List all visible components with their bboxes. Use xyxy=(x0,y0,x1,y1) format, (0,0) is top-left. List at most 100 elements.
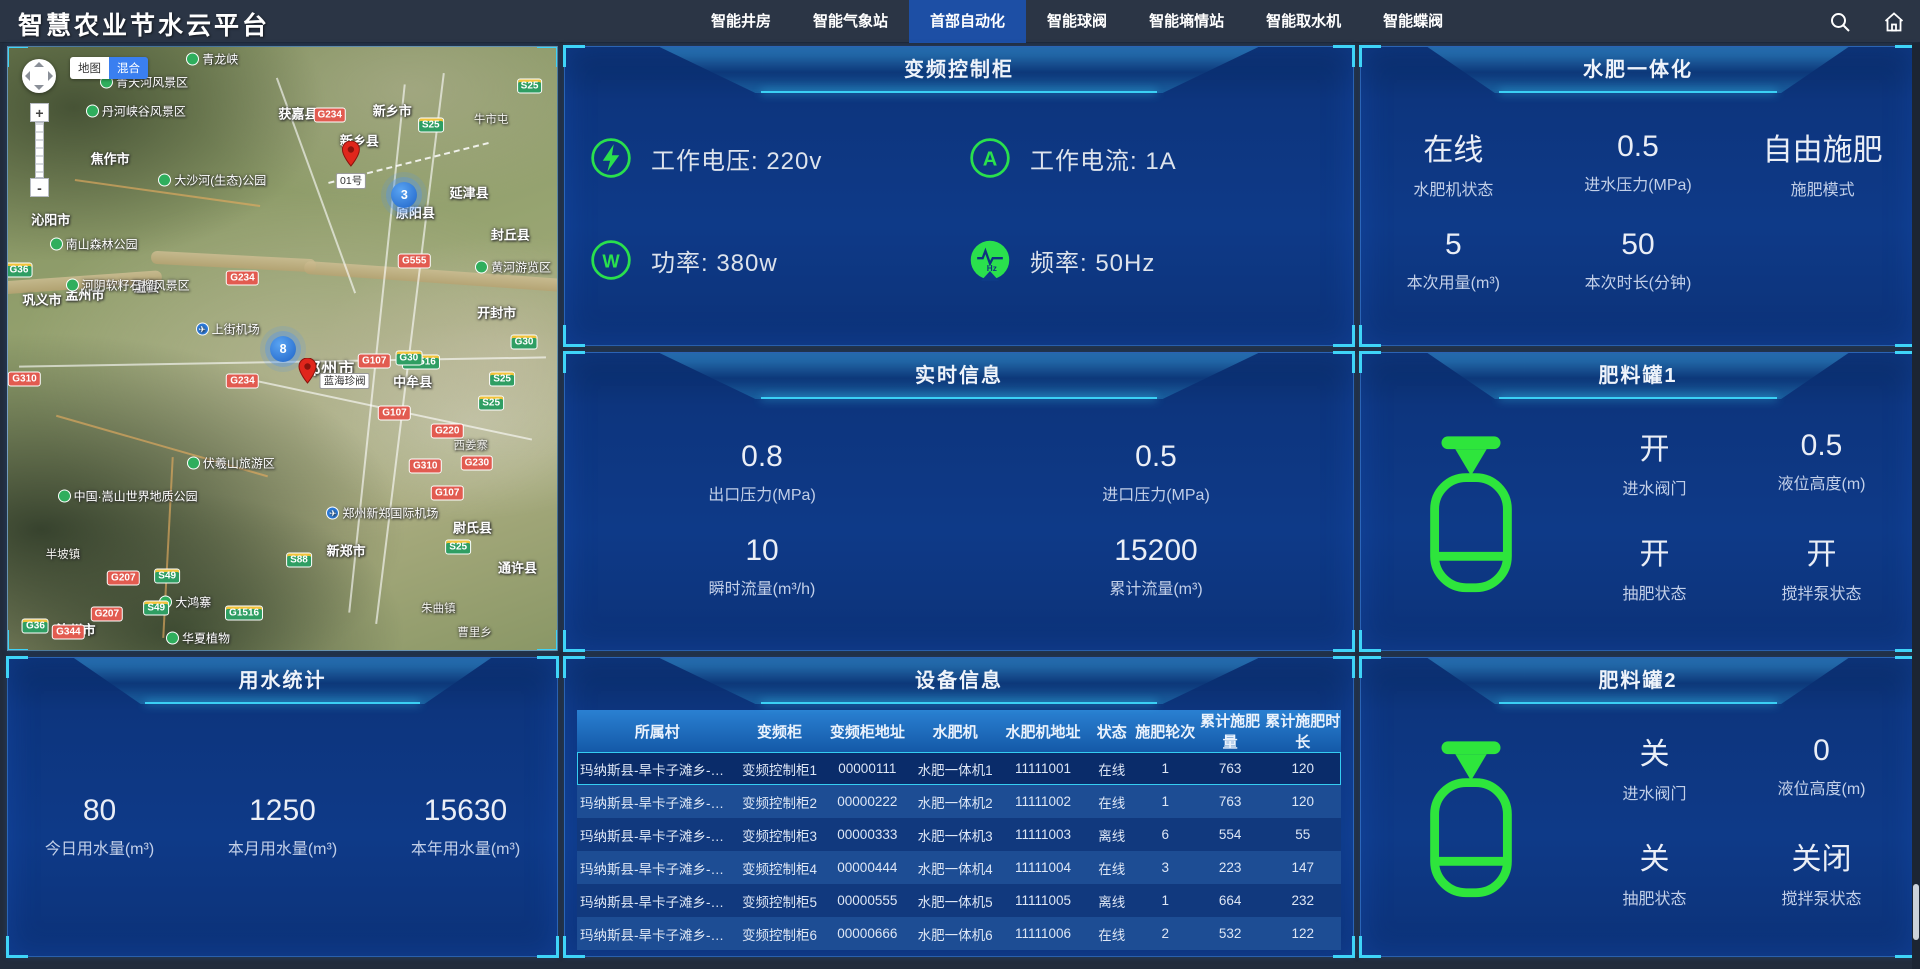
map-pan-control[interactable] xyxy=(22,59,56,93)
map-label-city: 封丘县 xyxy=(491,224,530,243)
road-badge: G207 xyxy=(91,606,123,621)
table-cell: 120 xyxy=(1265,752,1341,785)
map-pin-marker[interactable]: 01号 xyxy=(336,141,366,189)
table-cell: 664 xyxy=(1196,884,1265,917)
table-cell: 232 xyxy=(1265,884,1341,917)
zoom-out-button[interactable]: - xyxy=(30,178,49,197)
zoom-slider[interactable] xyxy=(35,122,44,178)
map-label-poi: 黄河游览区 xyxy=(475,259,551,276)
table-cell: 变频控制柜5 xyxy=(737,884,821,917)
map-label-city: 沁阳市 xyxy=(31,210,70,229)
road-badge: S25 xyxy=(517,79,543,94)
road-badge: G107 xyxy=(378,406,410,421)
stat-item: 0.5进口压力(MPa) xyxy=(959,440,1353,505)
panel-corner-decoration xyxy=(1333,325,1355,347)
stat-label: 进水阀门 xyxy=(1571,475,1738,499)
nav-tab-5[interactable]: 智能墒情站 xyxy=(1128,0,1245,43)
map-type-button-地图[interactable]: 地图 xyxy=(70,57,109,79)
current-icon: A xyxy=(968,136,1012,180)
table-cell: 在线 xyxy=(1089,851,1135,884)
table-column-header: 状态 xyxy=(1089,710,1135,752)
map-type-switch: 地图混合 xyxy=(70,57,148,79)
panel-corner-decoration xyxy=(7,630,28,651)
panel-corner-decoration xyxy=(1333,656,1355,678)
table-row[interactable]: 玛纳斯县-旱卡子滩乡-东岸...变频控制柜600000666水肥一体机61111… xyxy=(577,917,1341,950)
map-label-city: 中牟县 xyxy=(393,372,432,391)
scrollbar-thumb[interactable] xyxy=(1913,884,1919,940)
red-pin-icon xyxy=(342,141,360,172)
map-type-button-混合[interactable]: 混合 xyxy=(109,57,148,79)
panel-corner-decoration xyxy=(1359,630,1381,652)
map-label-airport: ✈上街机场 xyxy=(196,321,260,338)
stat-item: 0.5液位高度(m) xyxy=(1738,429,1905,494)
stat-value: 0.8 xyxy=(565,440,959,474)
stat-item: 关抽肥状态 xyxy=(1571,834,1738,909)
map-label-poi: 华夏植物 xyxy=(166,629,230,646)
scenic-poi-icon xyxy=(475,261,488,274)
stat-label: 累计流量(m³) xyxy=(959,575,1353,599)
search-icon[interactable] xyxy=(1828,10,1852,34)
table-cell: 2 xyxy=(1135,917,1196,950)
home-icon[interactable] xyxy=(1882,10,1906,34)
page-scrollbar[interactable] xyxy=(1912,43,1920,969)
svg-text:A: A xyxy=(983,148,998,170)
table-cell: 00000555 xyxy=(821,884,913,917)
stat-label: 今日用水量(m³) xyxy=(8,835,191,859)
table-cell: 223 xyxy=(1196,851,1265,884)
airport-icon: ✈ xyxy=(326,506,339,519)
nav-tab-2[interactable]: 智能气象站 xyxy=(792,0,909,43)
nav-tab-4[interactable]: 智能球阀 xyxy=(1026,0,1128,43)
stat-item: 0.8出口压力(MPa) xyxy=(565,440,959,505)
map-cluster-marker[interactable]: 3 xyxy=(391,182,417,208)
nav-menu: 智能井房智能气象站首部自动化智能球阀智能墒情站智能取水机智能蝶阀 xyxy=(690,0,1464,43)
stat-label: 本次时长(分钟) xyxy=(1546,269,1731,293)
panel-corner-decoration xyxy=(1359,325,1381,347)
map-zoom-control: + - xyxy=(30,103,49,197)
map-pin-marker[interactable]: 蓝海珍阀 xyxy=(299,358,370,389)
road-badge: G234 xyxy=(313,108,345,123)
table-row[interactable]: 玛纳斯县-旱卡子滩乡-东岸...变频控制柜100000111水肥一体机11111… xyxy=(577,752,1341,785)
fertilizer-tank-icon xyxy=(1371,734,1571,904)
nav-tab-7[interactable]: 智能蝶阀 xyxy=(1362,0,1464,43)
panel-corner-decoration xyxy=(563,351,585,373)
map-label-town: 半坡镇 xyxy=(46,546,81,562)
nav-tab-6[interactable]: 智能取水机 xyxy=(1245,0,1362,43)
table-cell: 1 xyxy=(1135,752,1196,785)
stat-item: 开抽肥状态 xyxy=(1571,529,1738,604)
stat-label: 液位高度(m) xyxy=(1738,470,1905,494)
scenic-poi-icon xyxy=(187,457,200,470)
road-badge: G207 xyxy=(107,570,139,585)
nav-tab-3[interactable]: 首部自动化 xyxy=(909,0,1026,43)
zoom-in-button[interactable]: + xyxy=(30,103,49,122)
stat-item: 0.5进水压力(MPa) xyxy=(1546,130,1731,195)
stat-label: 本次用量(m³) xyxy=(1361,269,1546,293)
map-label-city: 尉氏县 xyxy=(453,517,492,536)
scenic-poi-icon xyxy=(166,631,179,644)
fertilizer-tank-icon xyxy=(1371,429,1571,599)
stat-value: 50 xyxy=(1546,228,1731,262)
pin-label: 蓝海珍阀 xyxy=(320,373,370,389)
table-row[interactable]: 玛纳斯县-旱卡子滩乡-东岸...变频控制柜400000444水肥一体机41111… xyxy=(577,851,1341,884)
table-cell: 120 xyxy=(1265,785,1341,818)
satellite-map[interactable]: 郑州市焦作市新乡市新乡县获嘉县原阳县延津县封丘县开封市中牟县新郑市尉氏县通许县巩… xyxy=(7,46,558,651)
table-cell: 水肥一体机1 xyxy=(913,752,997,785)
table-cell: 玛纳斯县-旱卡子滩乡-东岸... xyxy=(577,917,737,950)
nav-tab-1[interactable]: 智能井房 xyxy=(690,0,792,43)
table-row[interactable]: 玛纳斯县-旱卡子滩乡-东岸...变频控制柜200000222水肥一体机21111… xyxy=(577,785,1341,818)
panel-fertilizer-tank-2: 肥料罐2 关进水阀门0液位高度(m)关抽肥状态关闭搅拌泵状态 xyxy=(1360,657,1916,957)
map-label-city: 新郑市 xyxy=(327,540,366,559)
table-row[interactable]: 玛纳斯县-旱卡子滩乡-东岸...变频控制柜300000333水肥一体机31111… xyxy=(577,818,1341,851)
road-badge: G36 xyxy=(7,263,32,278)
table-cell: 11111003 xyxy=(997,818,1089,851)
svg-text:W: W xyxy=(602,250,620,271)
table-cell: 1 xyxy=(1135,785,1196,818)
table-cell: 在线 xyxy=(1089,785,1135,818)
table-cell: 00000111 xyxy=(821,752,913,785)
panel-corner-decoration xyxy=(563,936,585,958)
stat-value: 自由施肥 xyxy=(1730,125,1915,169)
table-row[interactable]: 玛纳斯县-旱卡子滩乡-东岸...变频控制柜500000555水肥一体机51111… xyxy=(577,884,1341,917)
road-badge: G230 xyxy=(461,456,493,471)
stat-item: 自由施肥施肥模式 xyxy=(1730,125,1915,200)
panel-title: 设备信息 xyxy=(660,658,1259,704)
map-cluster-marker[interactable]: 8 xyxy=(270,336,296,362)
